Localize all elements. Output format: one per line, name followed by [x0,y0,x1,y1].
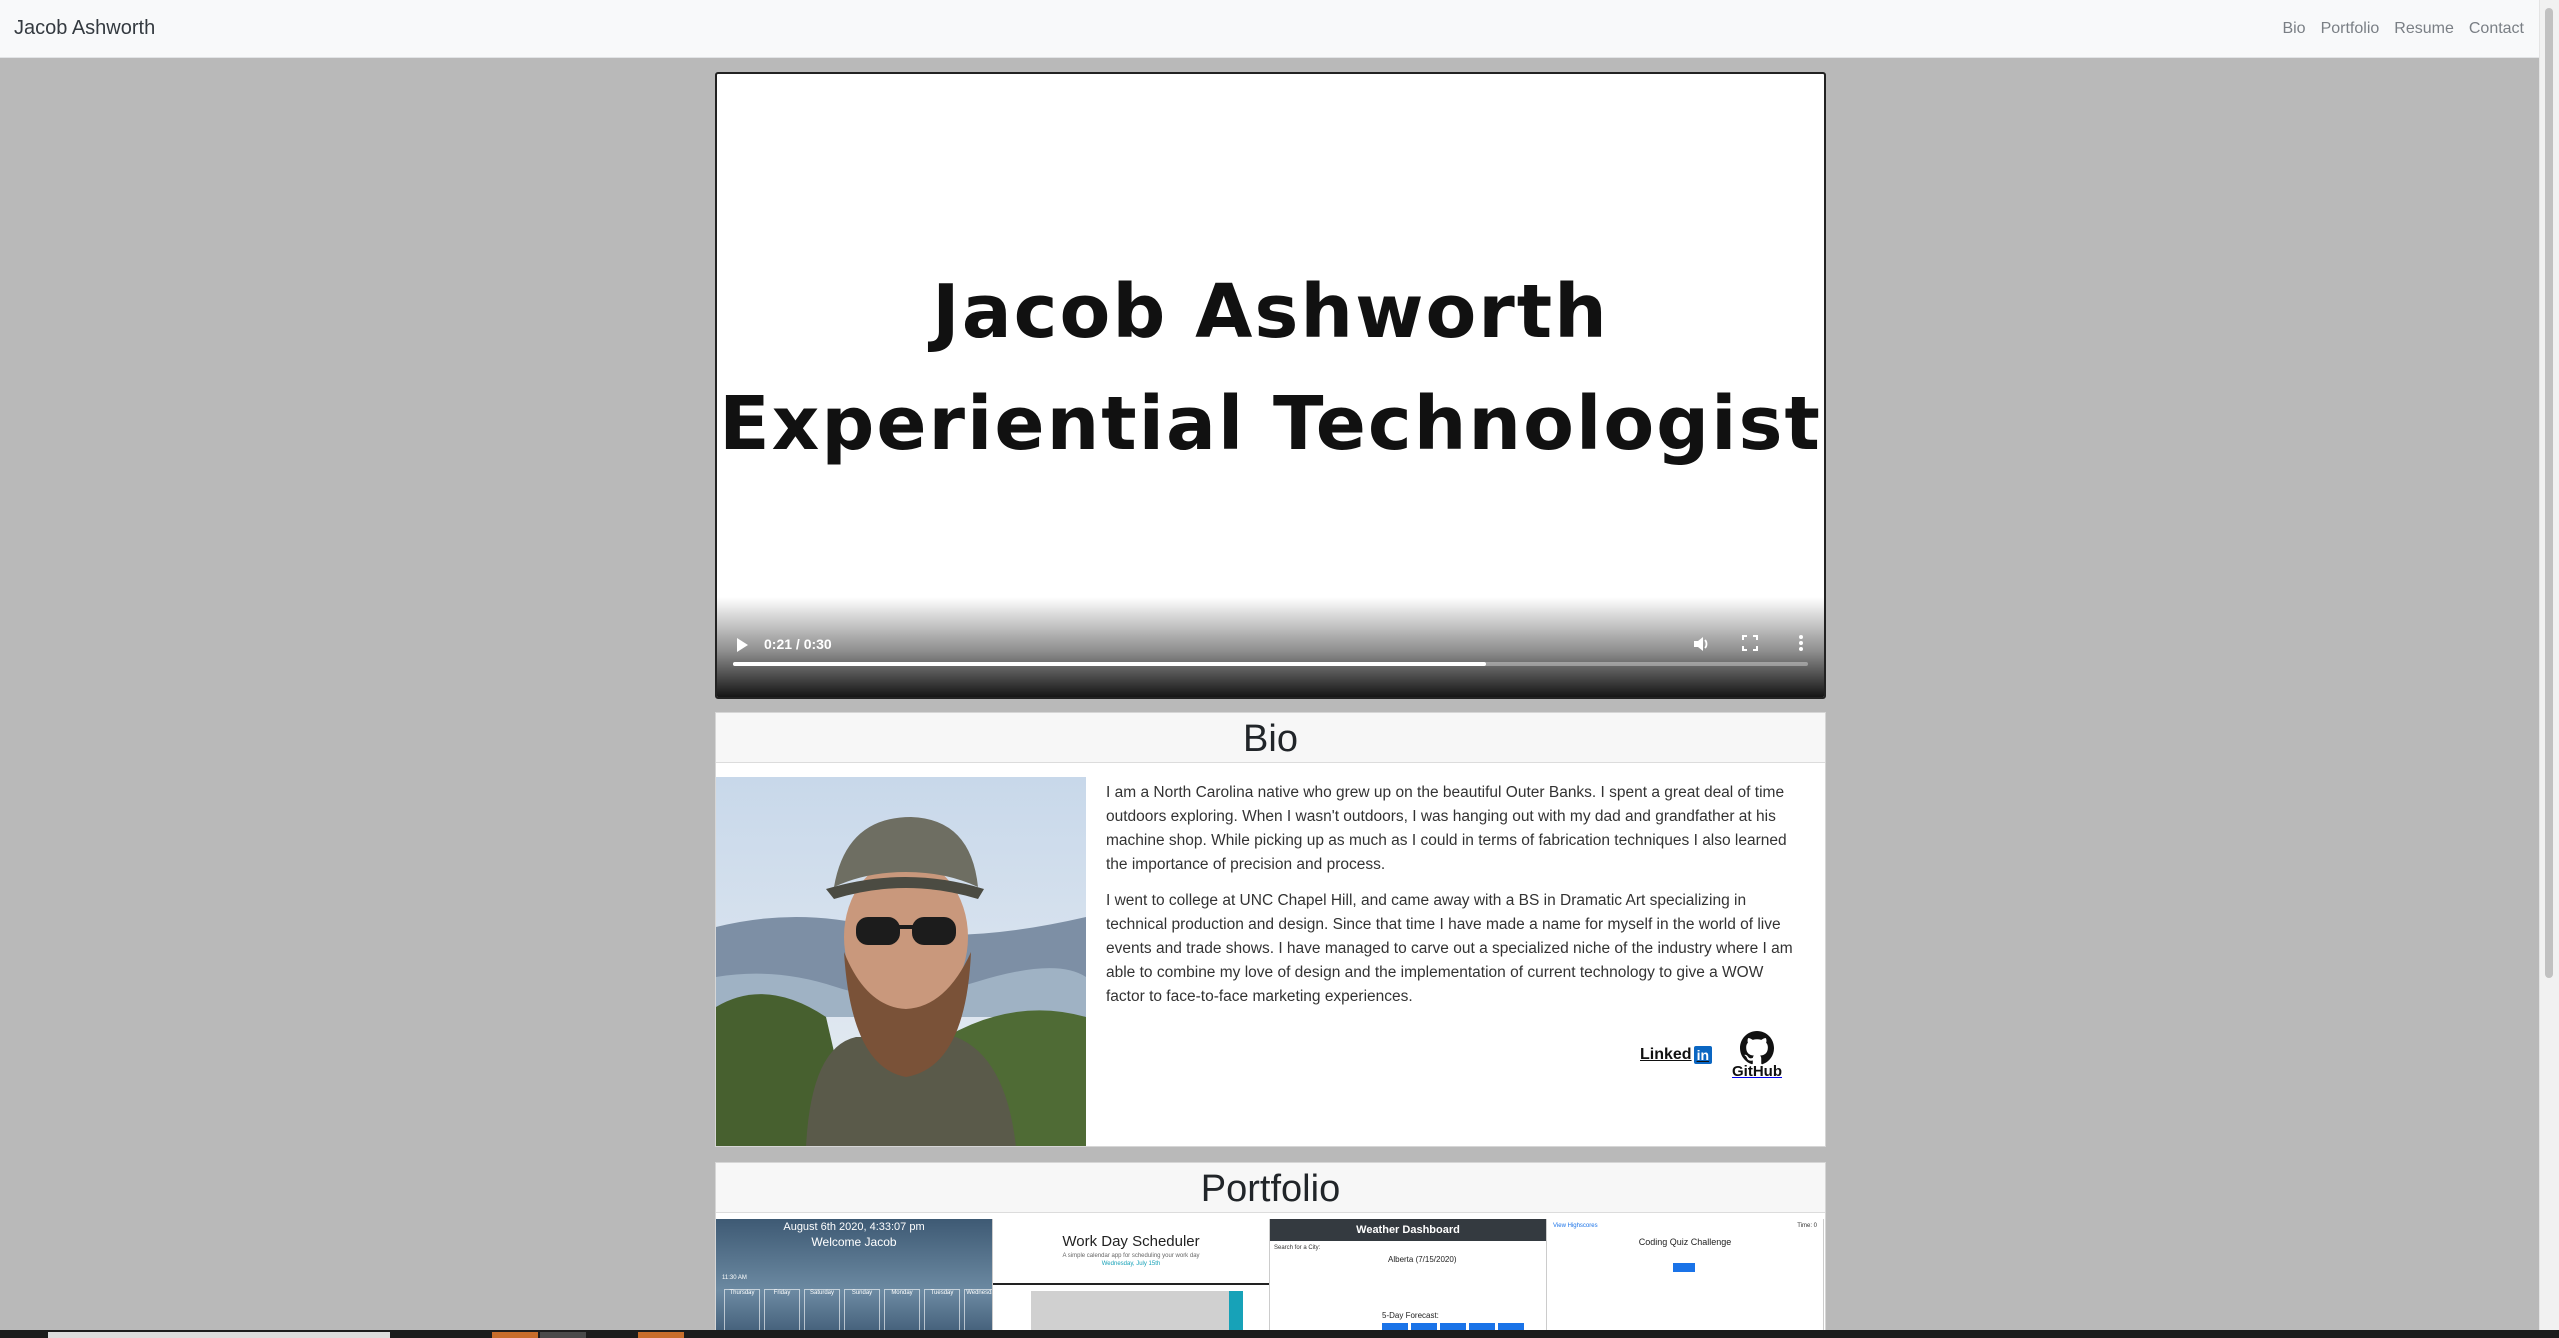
dashboard-welcome: Welcome Jacob [811,1235,897,1249]
navbar: Jacob Ashworth Bio Portfolio Resume Cont… [0,0,2540,58]
social-links: Linked in GitHub [1640,1031,1782,1080]
nav-link-resume[interactable]: Resume [2394,20,2454,38]
dashboard-day: Wednesday [964,1289,992,1331]
play-icon[interactable] [737,638,748,652]
weather-forecast-label: 5-Day Forecast: [1382,1311,1439,1320]
taskbar-app-button[interactable] [638,1332,684,1338]
bio-heading: Bio [716,713,1825,763]
linkedin-link[interactable]: Linked in [1640,1044,1713,1066]
linkedin-icon: in [1693,1046,1713,1064]
dashboard-day: Monday [884,1289,920,1331]
video-progress-bar[interactable] [733,662,1808,666]
portfolio-heading: Portfolio [716,1163,1825,1213]
weather-title: Weather Dashboard [1270,1219,1546,1241]
portfolio-thumbnails: August 6th 2020, 4:33:07 pm Welcome Jaco… [716,1219,1825,1337]
more-options-icon[interactable] [1798,634,1804,652]
scheduler-date: Wednesday, July 15th [1101,1261,1161,1267]
dashboard-day: Sunday [844,1289,880,1331]
bio-paragraph-1: I am a North Carolina native who grew up… [1106,784,1787,873]
volume-icon[interactable] [1691,634,1711,654]
taskbar-app-button[interactable] [540,1332,586,1338]
dashboard-day: Saturday [804,1289,840,1331]
scheduler-title: Work Day Scheduler [1062,1233,1200,1250]
page-scrollbar[interactable] [2539,0,2559,1330]
portfolio-item-dashboard[interactable]: August 6th 2020, 4:33:07 pm Welcome Jaco… [716,1219,993,1337]
dashboard-day: Tuesday [924,1289,960,1331]
dashboard-time-tag: 11:30 AM [722,1275,747,1281]
video-time: 0:21 / 0:30 [764,636,832,652]
quiz-highscores-link: View Highscores [1553,1223,1598,1229]
nav-link-bio[interactable]: Bio [2282,20,2305,38]
profile-photo [716,777,1086,1146]
portfolio-item-weather[interactable]: Weather Dashboard Search for a City: Alb… [1270,1219,1547,1337]
video-progress-fill [733,662,1486,666]
dashboard-day: Thursday [724,1289,760,1331]
weather-city: Alberta (7/15/2020) [1388,1255,1457,1264]
quiz-start-button [1673,1263,1695,1272]
nav-link-contact[interactable]: Contact [2469,20,2524,38]
intro-video[interactable]: Jacob Ashworth Experiential Technologist… [715,72,1826,699]
dashboard-day: Friday [764,1289,800,1331]
github-icon [1740,1031,1775,1065]
dashboard-date: August 6th 2020, 4:33:07 pm [783,1221,925,1233]
taskbar-app-button[interactable] [492,1332,538,1338]
portfolio-section: Portfolio August 6th 2020, 4:33:07 pm We… [715,1162,1826,1338]
portfolio-item-scheduler[interactable]: Work Day Scheduler A simple calendar app… [993,1219,1270,1337]
taskbar-search[interactable] [48,1332,390,1338]
fullscreen-icon[interactable] [1741,634,1759,652]
weather-search-label: Search for a City: [1274,1245,1321,1251]
bio-text: I am a North Carolina native who grew up… [1106,781,1806,1021]
scrollbar-thumb[interactable] [2545,8,2553,978]
nav-link-portfolio[interactable]: Portfolio [2321,20,2380,38]
scheduler-divider [993,1283,1269,1285]
portfolio-item-quiz[interactable]: View Highscores Time: 0 Coding Quiz Chal… [1547,1219,1824,1337]
quiz-title: Coding Quiz Challenge [1638,1237,1732,1247]
dashboard-days: Thursday Friday Saturday Sunday Monday T… [724,1289,992,1331]
navbar-brand[interactable]: Jacob Ashworth [14,17,155,40]
github-label: GitHub [1732,1063,1783,1080]
video-title-name: Jacob Ashworth [932,269,1609,355]
bio-section: Bio I am a North Carolina native who gre… [715,712,1826,1147]
quiz-timer: Time: 0 [1797,1223,1817,1229]
bio-paragraph-2: I went to college at UNC Chapel Hill, an… [1106,892,1793,1005]
github-link[interactable]: GitHub [1732,1031,1782,1080]
taskbar [0,1330,2559,1338]
video-controls: 0:21 / 0:30 [717,597,1824,697]
nav-links: Bio Portfolio Resume Contact [2267,20,2524,38]
scheduler-subtitle: A simple calendar app for scheduling you… [1062,1253,1200,1259]
video-title-role: Experiential Technologist [719,381,1822,467]
linkedin-logo-text: Linked [1640,1046,1692,1063]
